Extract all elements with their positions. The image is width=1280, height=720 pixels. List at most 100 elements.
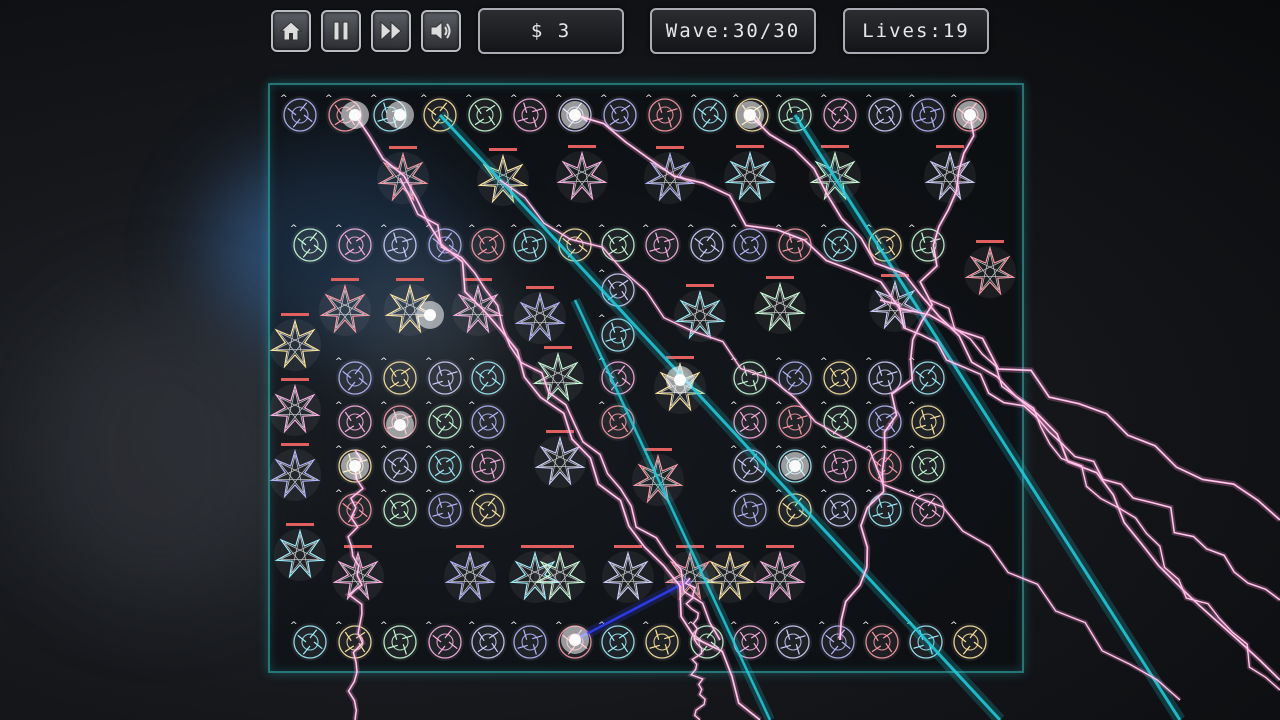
tower-layer[interactable]: ^ ^ ^ ^ ^ ^ ^ ^ ^ ^ ^ ^ ^ ^ ^ ^ ^ ^ ^ ^ ^ ^ ^ ^ ^ ^ ^ ^ ^ ^ ^ ^ ^ ^ ^ ^ ^ ^ ^ ^… [0,0,1280,720]
ring-tower[interactable]: ^ [775,401,814,441]
ring-tower[interactable]: ^ [820,401,859,441]
ring-tower[interactable]: ^ [820,224,859,264]
ring-tower[interactable]: ^ [642,621,681,661]
star-tower[interactable] [654,356,706,414]
ring-tower[interactable]: ^ [468,621,507,661]
ring-tower[interactable]: ^ [468,357,507,397]
ring-tower[interactable]: ^ [820,489,859,529]
ring-tower[interactable]: ^ [908,357,947,397]
ring-tower[interactable]: ^ [425,445,464,485]
ring-tower[interactable]: ^ [335,357,374,397]
star-tower[interactable] [384,278,436,336]
star-tower[interactable] [754,276,806,334]
ring-tower[interactable]: ^ [380,621,419,661]
star-tower[interactable] [724,145,776,203]
ring-tower[interactable]: ^ [950,94,989,134]
ring-tower[interactable]: ^ [645,94,684,134]
ring-tower[interactable]: ^ [908,401,947,441]
ring-tower[interactable]: ^ [465,94,504,134]
star-tower[interactable] [452,278,504,336]
ring-tower[interactable]: ^ [775,445,814,485]
ring-tower[interactable]: ^ [865,357,904,397]
ring-tower[interactable]: ^ [380,224,419,264]
ring-tower[interactable]: ^ [775,94,814,134]
ring-tower[interactable]: ^ [732,94,771,134]
ring-tower[interactable]: ^ [370,94,409,134]
ring-tower[interactable]: ^ [290,224,329,264]
star-tower[interactable] [269,378,321,436]
ring-tower[interactable]: ^ [775,489,814,529]
ring-tower[interactable]: ^ [773,621,812,661]
ring-tower[interactable]: ^ [598,224,637,264]
star-tower[interactable] [319,278,371,336]
star-tower[interactable] [332,545,384,603]
ring-tower[interactable]: ^ [555,224,594,264]
ring-tower[interactable]: ^ [730,489,769,529]
ring-tower[interactable]: ^ [468,445,507,485]
star-tower[interactable] [477,148,529,206]
star-tower[interactable] [444,545,496,603]
ring-tower[interactable]: ^ [335,621,374,661]
ring-tower[interactable]: ^ [425,224,464,264]
ring-tower[interactable]: ^ [600,94,639,134]
ring-tower[interactable]: ^ [510,94,549,134]
ring-tower[interactable]: ^ [598,357,637,397]
star-tower[interactable] [602,545,654,603]
ring-tower[interactable]: ^ [468,401,507,441]
ring-tower[interactable]: ^ [335,224,374,264]
ring-tower[interactable]: ^ [687,621,726,661]
ring-tower[interactable]: ^ [425,357,464,397]
ring-tower[interactable]: ^ [325,94,364,134]
ring-tower[interactable]: ^ [687,224,726,264]
ring-tower[interactable]: ^ [280,94,319,134]
star-tower[interactable] [924,145,976,203]
ring-tower[interactable]: ^ [510,224,549,264]
ring-tower[interactable]: ^ [290,621,329,661]
ring-tower[interactable]: ^ [820,445,859,485]
ring-tower[interactable]: ^ [420,94,459,134]
star-tower[interactable] [274,523,326,581]
ring-tower[interactable]: ^ [425,621,464,661]
ring-tower[interactable]: ^ [380,445,419,485]
ring-tower[interactable]: ^ [908,489,947,529]
star-tower[interactable] [377,146,429,204]
ring-tower[interactable]: ^ [730,224,769,264]
ring-tower[interactable]: ^ [865,224,904,264]
ring-tower[interactable]: ^ [730,401,769,441]
star-tower[interactable] [534,430,586,488]
ring-tower[interactable]: ^ [555,94,594,134]
star-tower[interactable] [869,274,921,332]
star-tower[interactable] [674,284,726,342]
star-tower[interactable] [556,145,608,203]
star-tower[interactable] [514,286,566,344]
ring-tower[interactable]: ^ [730,621,769,661]
star-tower[interactable] [644,146,696,204]
ring-tower[interactable]: ^ [865,94,904,134]
ring-tower[interactable]: ^ [908,224,947,264]
ring-tower[interactable]: ^ [598,314,637,354]
ring-tower[interactable]: ^ [555,621,594,661]
ring-tower[interactable]: ^ [908,445,947,485]
star-tower[interactable] [754,545,806,603]
ring-tower[interactable]: ^ [818,621,857,661]
ring-tower[interactable]: ^ [865,401,904,441]
ring-tower[interactable]: ^ [510,621,549,661]
ring-tower[interactable]: ^ [908,94,947,134]
star-tower[interactable] [809,145,861,203]
ring-tower[interactable]: ^ [862,621,901,661]
ring-tower[interactable]: ^ [468,489,507,529]
ring-tower[interactable]: ^ [380,401,419,441]
star-tower[interactable] [532,346,584,404]
ring-tower[interactable]: ^ [775,224,814,264]
ring-tower[interactable]: ^ [380,489,419,529]
star-tower[interactable] [704,545,756,603]
ring-tower[interactable]: ^ [598,621,637,661]
ring-tower[interactable]: ^ [820,94,859,134]
ring-tower[interactable]: ^ [690,94,729,134]
ring-tower[interactable]: ^ [950,621,989,661]
ring-tower[interactable]: ^ [468,224,507,264]
ring-tower[interactable]: ^ [380,357,419,397]
ring-tower[interactable]: ^ [335,489,374,529]
ring-tower[interactable]: ^ [865,445,904,485]
ring-tower[interactable]: ^ [335,445,374,485]
